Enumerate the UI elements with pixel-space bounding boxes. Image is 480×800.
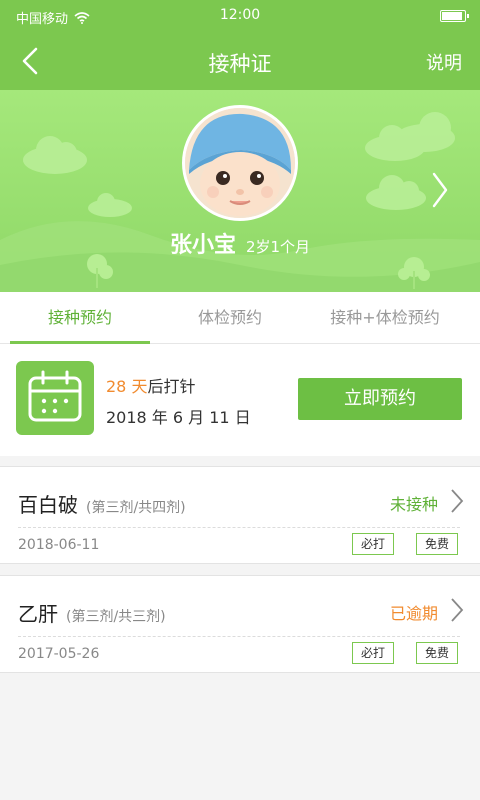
vaccine-dose: (第三剂/共四剂): [86, 500, 186, 516]
chevron-right-icon: [451, 489, 464, 513]
next-child-icon[interactable]: [430, 170, 450, 210]
child-age: 2岁1个月: [245, 238, 311, 256]
vaccine-date: 2018-06-11: [18, 537, 100, 553]
tab-checkup[interactable]: 体检预约: [150, 292, 310, 344]
vaccine-item[interactable]: 百白破 (第三剂/共四剂) 未接种 2018-06-11 必打 免费: [0, 466, 480, 564]
tag-required: 必打: [351, 642, 394, 664]
status-bar: 中国移动 12:00: [0, 0, 480, 32]
divider: [18, 527, 460, 528]
next-appointment-card: 28 天后打针 2018 年 6 月 11 日 立即预约: [0, 344, 480, 456]
child-info: 张小宝 2岁1个月: [0, 227, 480, 259]
vaccine-status: 已逾期: [389, 604, 438, 623]
clock: 12:00: [219, 7, 261, 23]
baby-photo: [185, 108, 295, 218]
chevron-right-icon: [451, 598, 464, 622]
calendar-icon: [16, 361, 94, 435]
days-count: 28 天: [106, 377, 148, 396]
vaccine-title: 乙肝 (第三剂/共三剂): [18, 598, 166, 627]
tag-free: 免费: [415, 533, 458, 555]
divider: [18, 636, 460, 637]
vaccine-name: 百白破: [18, 493, 78, 517]
child-name: 张小宝: [169, 233, 236, 258]
vaccine-dose: (第三剂/共三剂): [66, 609, 166, 625]
vaccine-status: 未接种: [389, 495, 438, 514]
nav-bar: 接种证 说明: [0, 32, 480, 90]
tab-bar: 接种预约 体检预约 接种+体检预约: [0, 292, 480, 344]
tag-free: 免费: [415, 642, 458, 664]
tag-required: 必打: [351, 533, 394, 555]
vaccine-date: 2017-05-26: [18, 646, 100, 662]
days-until-shot: 28 天后打针: [106, 373, 195, 397]
appointment-date: 2018 年 6 月 11 日: [106, 408, 251, 427]
vaccine-name: 乙肝: [18, 602, 58, 626]
vaccine-item[interactable]: 乙肝 (第三剂/共三剂) 已逾期 2017-05-26 必打 免费: [0, 575, 480, 673]
days-suffix: 后打针: [147, 377, 196, 396]
vaccine-title: 百白破 (第三剂/共四剂): [18, 489, 186, 518]
tab-vaccination[interactable]: 接种预约: [0, 292, 160, 344]
tab-vaccination-checkup[interactable]: 接种+体检预约: [300, 292, 470, 344]
page-title: 接种证: [208, 52, 272, 76]
child-avatar[interactable]: [182, 105, 298, 221]
help-button[interactable]: 说明: [426, 49, 462, 75]
battery-icon: [440, 10, 469, 22]
child-banner: 张小宝 2岁1个月: [0, 90, 480, 292]
book-now-button[interactable]: 立即预约: [298, 378, 462, 420]
